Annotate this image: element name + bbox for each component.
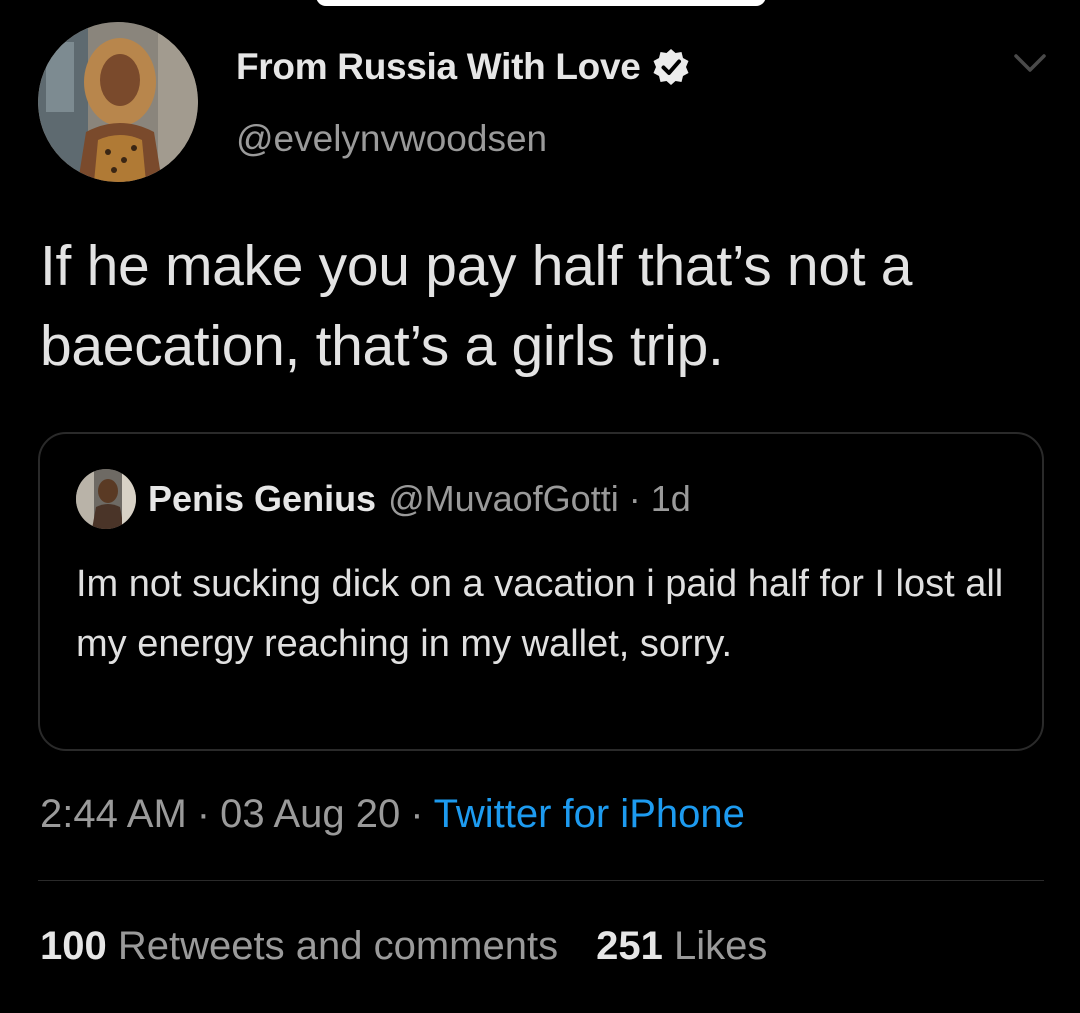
- likes-count: 251: [596, 924, 663, 968]
- tweet-meta: 2:44 AM · 03 Aug 20 · Twitter for iPhone: [40, 792, 745, 837]
- tweet-time[interactable]: 2:44 AM: [40, 792, 187, 836]
- author-avatar[interactable]: [38, 22, 198, 182]
- divider: [38, 880, 1044, 881]
- tweet-text: If he make you pay half that’s not a bae…: [40, 234, 913, 378]
- meta-separator: ·: [410, 792, 424, 836]
- author-avatar-image: [38, 22, 198, 182]
- quoted-tweet-header: Penis Genius @MuvaofGotti · 1d: [76, 469, 691, 529]
- meta-separator: ·: [196, 792, 211, 836]
- tweet-date[interactable]: 03 Aug 20: [220, 792, 400, 836]
- top-indicator-bar: [316, 0, 766, 6]
- tweet-source-link[interactable]: Twitter for iPhone: [434, 792, 745, 836]
- quoted-author-avatar: [76, 469, 136, 529]
- retweets-label: Retweets and comments: [117, 924, 559, 968]
- tweet-stats: 100 Retweets and comments 251 Likes: [40, 924, 767, 969]
- quoted-author-name: Penis Genius: [148, 478, 377, 519]
- quoted-author-handle: @MuvaofGotti: [388, 478, 619, 519]
- verified-badge-icon: [653, 49, 689, 85]
- quoted-tweet-age: 1d: [650, 478, 691, 519]
- author-name-row[interactable]: From Russia With Love: [236, 44, 691, 90]
- author-display-name[interactable]: From Russia With Love: [236, 46, 641, 88]
- quoted-tweet-text: Im not sucking dick on a vacation i paid…: [76, 563, 1004, 665]
- chevron-down-icon[interactable]: [1012, 50, 1048, 76]
- quoted-tweet-card[interactable]: Penis Genius @MuvaofGotti · 1d Im not su…: [38, 432, 1044, 751]
- quoted-separator: ·: [628, 478, 641, 519]
- quoted-author-avatar-image: [76, 469, 136, 529]
- likes-stat[interactable]: 251 Likes: [596, 924, 767, 968]
- retweets-count: 100: [40, 924, 107, 968]
- author-handle[interactable]: @evelynvwoodsen: [236, 118, 547, 160]
- retweets-stat[interactable]: 100 Retweets and comments: [40, 924, 558, 968]
- likes-label: Likes: [673, 924, 768, 968]
